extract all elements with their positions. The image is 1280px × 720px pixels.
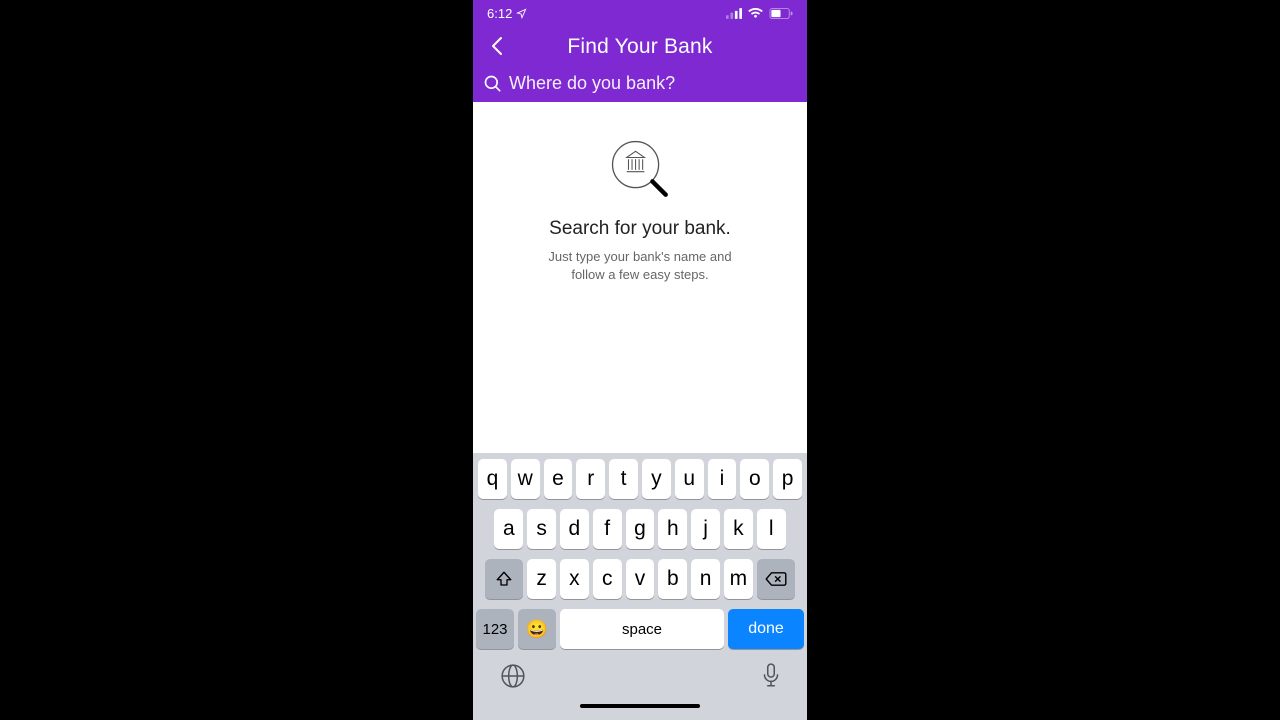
globe-key[interactable]	[500, 663, 526, 694]
key-a[interactable]: a	[494, 509, 523, 549]
key-t[interactable]: t	[609, 459, 638, 499]
status-bar: 6:12	[473, 0, 807, 23]
keyboard-row-1: qwertyuiop	[476, 459, 804, 499]
key-q[interactable]: q	[478, 459, 507, 499]
status-time: 6:12	[487, 6, 512, 21]
shift-key[interactable]	[485, 559, 523, 599]
search-input[interactable]	[509, 73, 741, 94]
key-f[interactable]: f	[593, 509, 622, 549]
key-p[interactable]: p	[773, 459, 802, 499]
key-c[interactable]: c	[593, 559, 622, 599]
key-k[interactable]: k	[724, 509, 753, 549]
key-o[interactable]: o	[740, 459, 769, 499]
keyboard-row-3: zxcvbnm	[476, 559, 804, 599]
key-g[interactable]: g	[626, 509, 655, 549]
status-right	[726, 8, 793, 19]
empty-state: Search for your bank. Just type your ban…	[473, 102, 807, 453]
backspace-icon	[765, 571, 787, 587]
space-key[interactable]: space	[560, 609, 724, 649]
phone-frame: 6:12 Find Your Bank	[473, 0, 807, 720]
numbers-key[interactable]: 123	[476, 609, 514, 649]
chevron-left-icon	[491, 36, 503, 56]
search-row	[473, 69, 807, 102]
wifi-icon	[748, 8, 763, 19]
dictation-key[interactable]	[762, 663, 780, 694]
battery-icon	[769, 8, 793, 19]
key-h[interactable]: h	[658, 509, 687, 549]
done-key[interactable]: done	[728, 609, 804, 649]
search-icon	[483, 74, 503, 94]
keyboard-footer	[476, 649, 804, 698]
key-n[interactable]: n	[691, 559, 720, 599]
backspace-key[interactable]	[757, 559, 795, 599]
key-r[interactable]: r	[576, 459, 605, 499]
nav-bar: Find Your Bank	[473, 23, 807, 69]
key-v[interactable]: v	[626, 559, 655, 599]
key-u[interactable]: u	[675, 459, 704, 499]
emoji-icon: 😀	[526, 619, 548, 640]
shift-icon	[495, 570, 513, 588]
location-arrow-icon	[516, 8, 527, 19]
key-z[interactable]: z	[527, 559, 556, 599]
empty-state-subtitle: Just type your bank's name and follow a …	[540, 248, 740, 284]
key-e[interactable]: e	[544, 459, 573, 499]
key-b[interactable]: b	[658, 559, 687, 599]
key-s[interactable]: s	[527, 509, 556, 549]
key-j[interactable]: j	[691, 509, 720, 549]
microphone-icon	[762, 663, 780, 689]
keyboard-row-bottom: 123 😀 space done	[476, 609, 804, 649]
key-d[interactable]: d	[560, 509, 589, 549]
key-m[interactable]: m	[724, 559, 753, 599]
key-x[interactable]: x	[560, 559, 589, 599]
key-w[interactable]: w	[511, 459, 540, 499]
emoji-key[interactable]: 😀	[518, 609, 556, 649]
key-y[interactable]: y	[642, 459, 671, 499]
key-i[interactable]: i	[708, 459, 737, 499]
page-title: Find Your Bank	[567, 35, 712, 59]
home-indicator[interactable]	[580, 704, 700, 708]
back-button[interactable]	[485, 34, 509, 58]
key-l[interactable]: l	[757, 509, 786, 549]
app-header: 6:12 Find Your Bank	[473, 0, 807, 102]
signal-icon	[726, 8, 742, 19]
keyboard: qwertyuiop asdfghjkl zxcvbnm 123 😀 space…	[473, 453, 807, 720]
status-left: 6:12	[487, 6, 527, 21]
bank-search-icon	[609, 138, 671, 200]
globe-icon	[500, 663, 526, 689]
empty-state-title: Search for your bank.	[549, 218, 731, 240]
keyboard-row-2: asdfghjkl	[476, 509, 804, 549]
